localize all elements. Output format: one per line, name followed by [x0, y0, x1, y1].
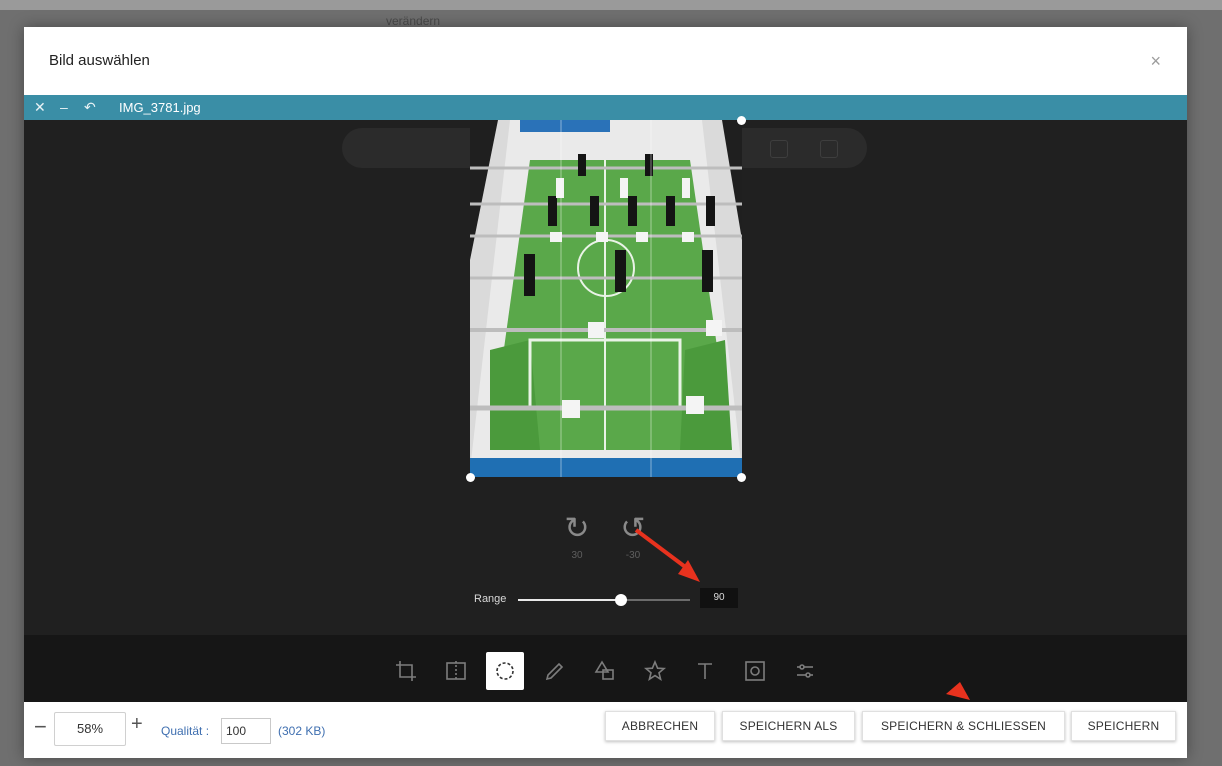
- close-icon[interactable]: ×: [1150, 51, 1161, 72]
- file-bar: ✕ – ↶ IMG_3781.jpg: [24, 95, 1187, 120]
- save-button[interactable]: SPEICHERN: [1071, 711, 1176, 741]
- crop-icon[interactable]: [387, 652, 425, 690]
- rotate-counterclockwise-button[interactable]: ↺ -30: [616, 512, 650, 562]
- mask-icon[interactable]: [736, 652, 774, 690]
- foosball-table-image: [470, 120, 742, 477]
- dialog-header: Bild auswählen ×: [24, 27, 1187, 96]
- rotate-counterclockwise-icon: ↺: [620, 512, 646, 545]
- range-value-input[interactable]: [700, 588, 738, 608]
- quality-label: Qualität :: [161, 724, 210, 738]
- range-label: Range: [474, 593, 507, 605]
- dialog-footer: − 58% + Qualität : (302 KB) ABBRECHEN SP…: [24, 702, 1187, 758]
- flip-icon[interactable]: [437, 652, 475, 690]
- zoom-level[interactable]: 58%: [54, 712, 126, 746]
- rotate-clockwise-label: 30: [571, 550, 583, 561]
- crop-handle[interactable]: [737, 116, 746, 125]
- range-slider-handle[interactable]: [615, 594, 628, 606]
- range-slider[interactable]: [518, 594, 690, 606]
- crop-handle[interactable]: [466, 473, 475, 482]
- range-slider-fill: [518, 599, 622, 601]
- rotate-counterclockwise-label: -30: [625, 550, 641, 561]
- tool-strip: [24, 635, 1187, 702]
- annotation-arrowhead-range: [678, 560, 700, 582]
- shape-icon[interactable]: [586, 652, 624, 690]
- editor-canvas: ↻ 30 ↺ -30 Range: [24, 116, 1187, 635]
- annotation-arrowhead-save-close: [946, 682, 970, 700]
- cancel-button[interactable]: ABBRECHEN: [605, 711, 715, 741]
- close-icon[interactable]: ✕: [34, 99, 46, 116]
- save-and-close-button[interactable]: SPEICHERN & SCHLIESSEN: [862, 711, 1065, 741]
- rotate-clockwise-icon: ↻: [564, 512, 590, 545]
- file-size-label: (302 KB): [278, 724, 326, 738]
- delete-icon[interactable]: [770, 140, 788, 158]
- zoom-out-button[interactable]: −: [34, 714, 47, 740]
- background-text: verändern: [386, 14, 441, 28]
- minimize-icon[interactable]: –: [60, 99, 68, 115]
- image-select-dialog: Bild auswählen × ✕ – ↶ IMG_3781.jpg ↻ 30…: [24, 27, 1187, 758]
- draw-icon[interactable]: [536, 652, 574, 690]
- undo-icon[interactable]: ↶: [84, 99, 96, 116]
- rotate-icon[interactable]: [486, 652, 524, 690]
- page-background-strip: [0, 0, 1222, 10]
- star-icon[interactable]: [636, 652, 674, 690]
- zoom-in-button[interactable]: +: [131, 713, 143, 736]
- rotate-clockwise-button[interactable]: ↻ 30: [560, 512, 594, 562]
- delete-all-icon[interactable]: [820, 140, 838, 158]
- file-name: IMG_3781.jpg: [119, 100, 201, 115]
- crop-handle[interactable]: [737, 473, 746, 482]
- foosball-photo[interactable]: [470, 120, 742, 477]
- save-as-button[interactable]: SPEICHERN ALS: [722, 711, 855, 741]
- quality-input[interactable]: [221, 718, 271, 744]
- text-icon[interactable]: [686, 652, 724, 690]
- filter-icon[interactable]: [786, 652, 824, 690]
- dialog-title: Bild auswählen: [49, 52, 150, 69]
